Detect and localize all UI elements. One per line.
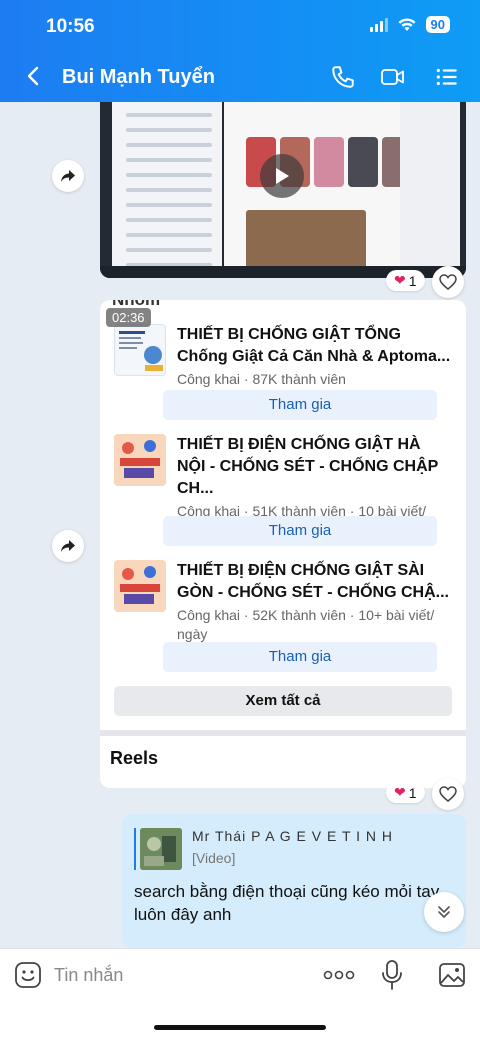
group-avatar xyxy=(114,560,166,612)
share-icon xyxy=(61,170,75,182)
join-button[interactable]: Tham gia xyxy=(163,390,437,420)
play-button[interactable] xyxy=(260,154,304,198)
group-name[interactable]: THIẾT BỊ ĐIỆN CHỐNG GIẬT SÀI GÒN - CHỐNG… xyxy=(177,560,453,604)
join-button[interactable]: Tham gia xyxy=(163,516,437,546)
mic-icon[interactable] xyxy=(380,959,404,991)
menu-icon[interactable] xyxy=(434,64,460,90)
group-info: THIẾT BỊ ĐIỆN CHỐNG GIẬT SÀI GÒN - CHỐNG… xyxy=(177,560,453,644)
chat-header: Bui Mạnh Tuyển xyxy=(0,62,480,94)
share-button[interactable] xyxy=(52,530,84,562)
story-card xyxy=(314,137,344,187)
status-icons: 90 xyxy=(369,16,450,33)
top-bar: 10:56 90 Bui Mạnh Tuyển xyxy=(0,0,480,102)
screen-contacts xyxy=(400,102,460,267)
video-person xyxy=(246,210,366,270)
react-button[interactable] xyxy=(432,266,464,298)
story-card xyxy=(348,137,378,187)
reels-heading: Reels xyxy=(110,748,159,768)
home-indicator xyxy=(154,1025,326,1030)
heart-outline-icon xyxy=(439,274,457,290)
chat-title[interactable]: Bui Mạnh Tuyển xyxy=(62,66,215,89)
back-icon[interactable] xyxy=(22,64,46,88)
message-input-bar: Tin nhắn xyxy=(0,948,480,1038)
group-avatar xyxy=(114,324,166,376)
wifi-icon xyxy=(398,17,416,31)
reaction-count: 1 xyxy=(408,784,417,801)
groups-video-card[interactable]: Nhóm 02:36 THIẾT BỊ CHỐNG GIẬT TỔNG Chốn… xyxy=(100,300,466,788)
reaction-badge[interactable]: ❤ 1 xyxy=(386,782,425,803)
message-text: search bằng điện thoại cũng kéo mỏi tay … xyxy=(134,882,440,924)
battery-indicator: 90 xyxy=(425,16,450,33)
more-icon[interactable] xyxy=(322,963,356,987)
scroll-down-button[interactable] xyxy=(424,892,464,932)
video-call-icon[interactable] xyxy=(380,64,406,90)
group-meta: Công khai · 87K thành viên xyxy=(177,371,346,387)
play-icon xyxy=(276,168,289,184)
group-meta: Công khai · 52K thành viên · 10+ bài viế… xyxy=(177,607,435,642)
join-button[interactable]: Tham gia xyxy=(163,642,437,672)
group-name[interactable]: THIẾT BỊ ĐIỆN CHỐNG GIẬT HÀ NỘI - CHỐNG … xyxy=(177,434,453,500)
group-info: THIẾT BỊ CHỐNG GIẬT TỔNG Chống Giật Cả C… xyxy=(177,324,453,389)
quoted-sender: Mr Thái P A G E V E T I N H xyxy=(192,828,394,844)
section-divider xyxy=(100,730,466,736)
quote-bar xyxy=(134,828,136,870)
message-bubble[interactable]: Mr Thái P A G E V E T I N H [Video] sear… xyxy=(122,814,466,948)
share-button[interactable] xyxy=(52,160,84,192)
phone-icon[interactable] xyxy=(330,64,356,90)
message-input[interactable]: Tin nhắn xyxy=(54,961,304,989)
chat-area[interactable]: ❤ 1 Nhóm 02:36 THIẾT BỊ CHỐNG GIẬT TỔNG … xyxy=(0,102,480,948)
heart-icon: ❤ xyxy=(394,784,406,800)
chevron-down-icon xyxy=(438,906,450,918)
image-icon[interactable] xyxy=(438,961,466,989)
share-icon xyxy=(61,540,75,552)
see-all-button[interactable]: Xem tất cả xyxy=(114,686,452,716)
heart-icon: ❤ xyxy=(394,272,406,288)
reaction-count: 1 xyxy=(408,272,417,289)
group-name[interactable]: THIẾT BỊ CHỐNG GIẬT TỔNG Chống Giật Cả C… xyxy=(177,324,453,368)
quoted-thumbnail[interactable] xyxy=(140,828,182,870)
video-thumbnail[interactable] xyxy=(100,102,466,278)
group-avatar xyxy=(114,434,166,486)
screen-sidebar xyxy=(112,102,222,267)
emoji-icon[interactable] xyxy=(14,961,42,989)
quoted-type: [Video] xyxy=(192,850,236,866)
heart-outline-icon xyxy=(439,786,457,802)
signal-icon xyxy=(369,17,388,32)
react-button[interactable] xyxy=(432,778,464,810)
video-duration: 02:36 xyxy=(106,308,151,327)
status-time: 10:56 xyxy=(46,16,95,37)
reaction-badge[interactable]: ❤ 1 xyxy=(386,270,425,291)
